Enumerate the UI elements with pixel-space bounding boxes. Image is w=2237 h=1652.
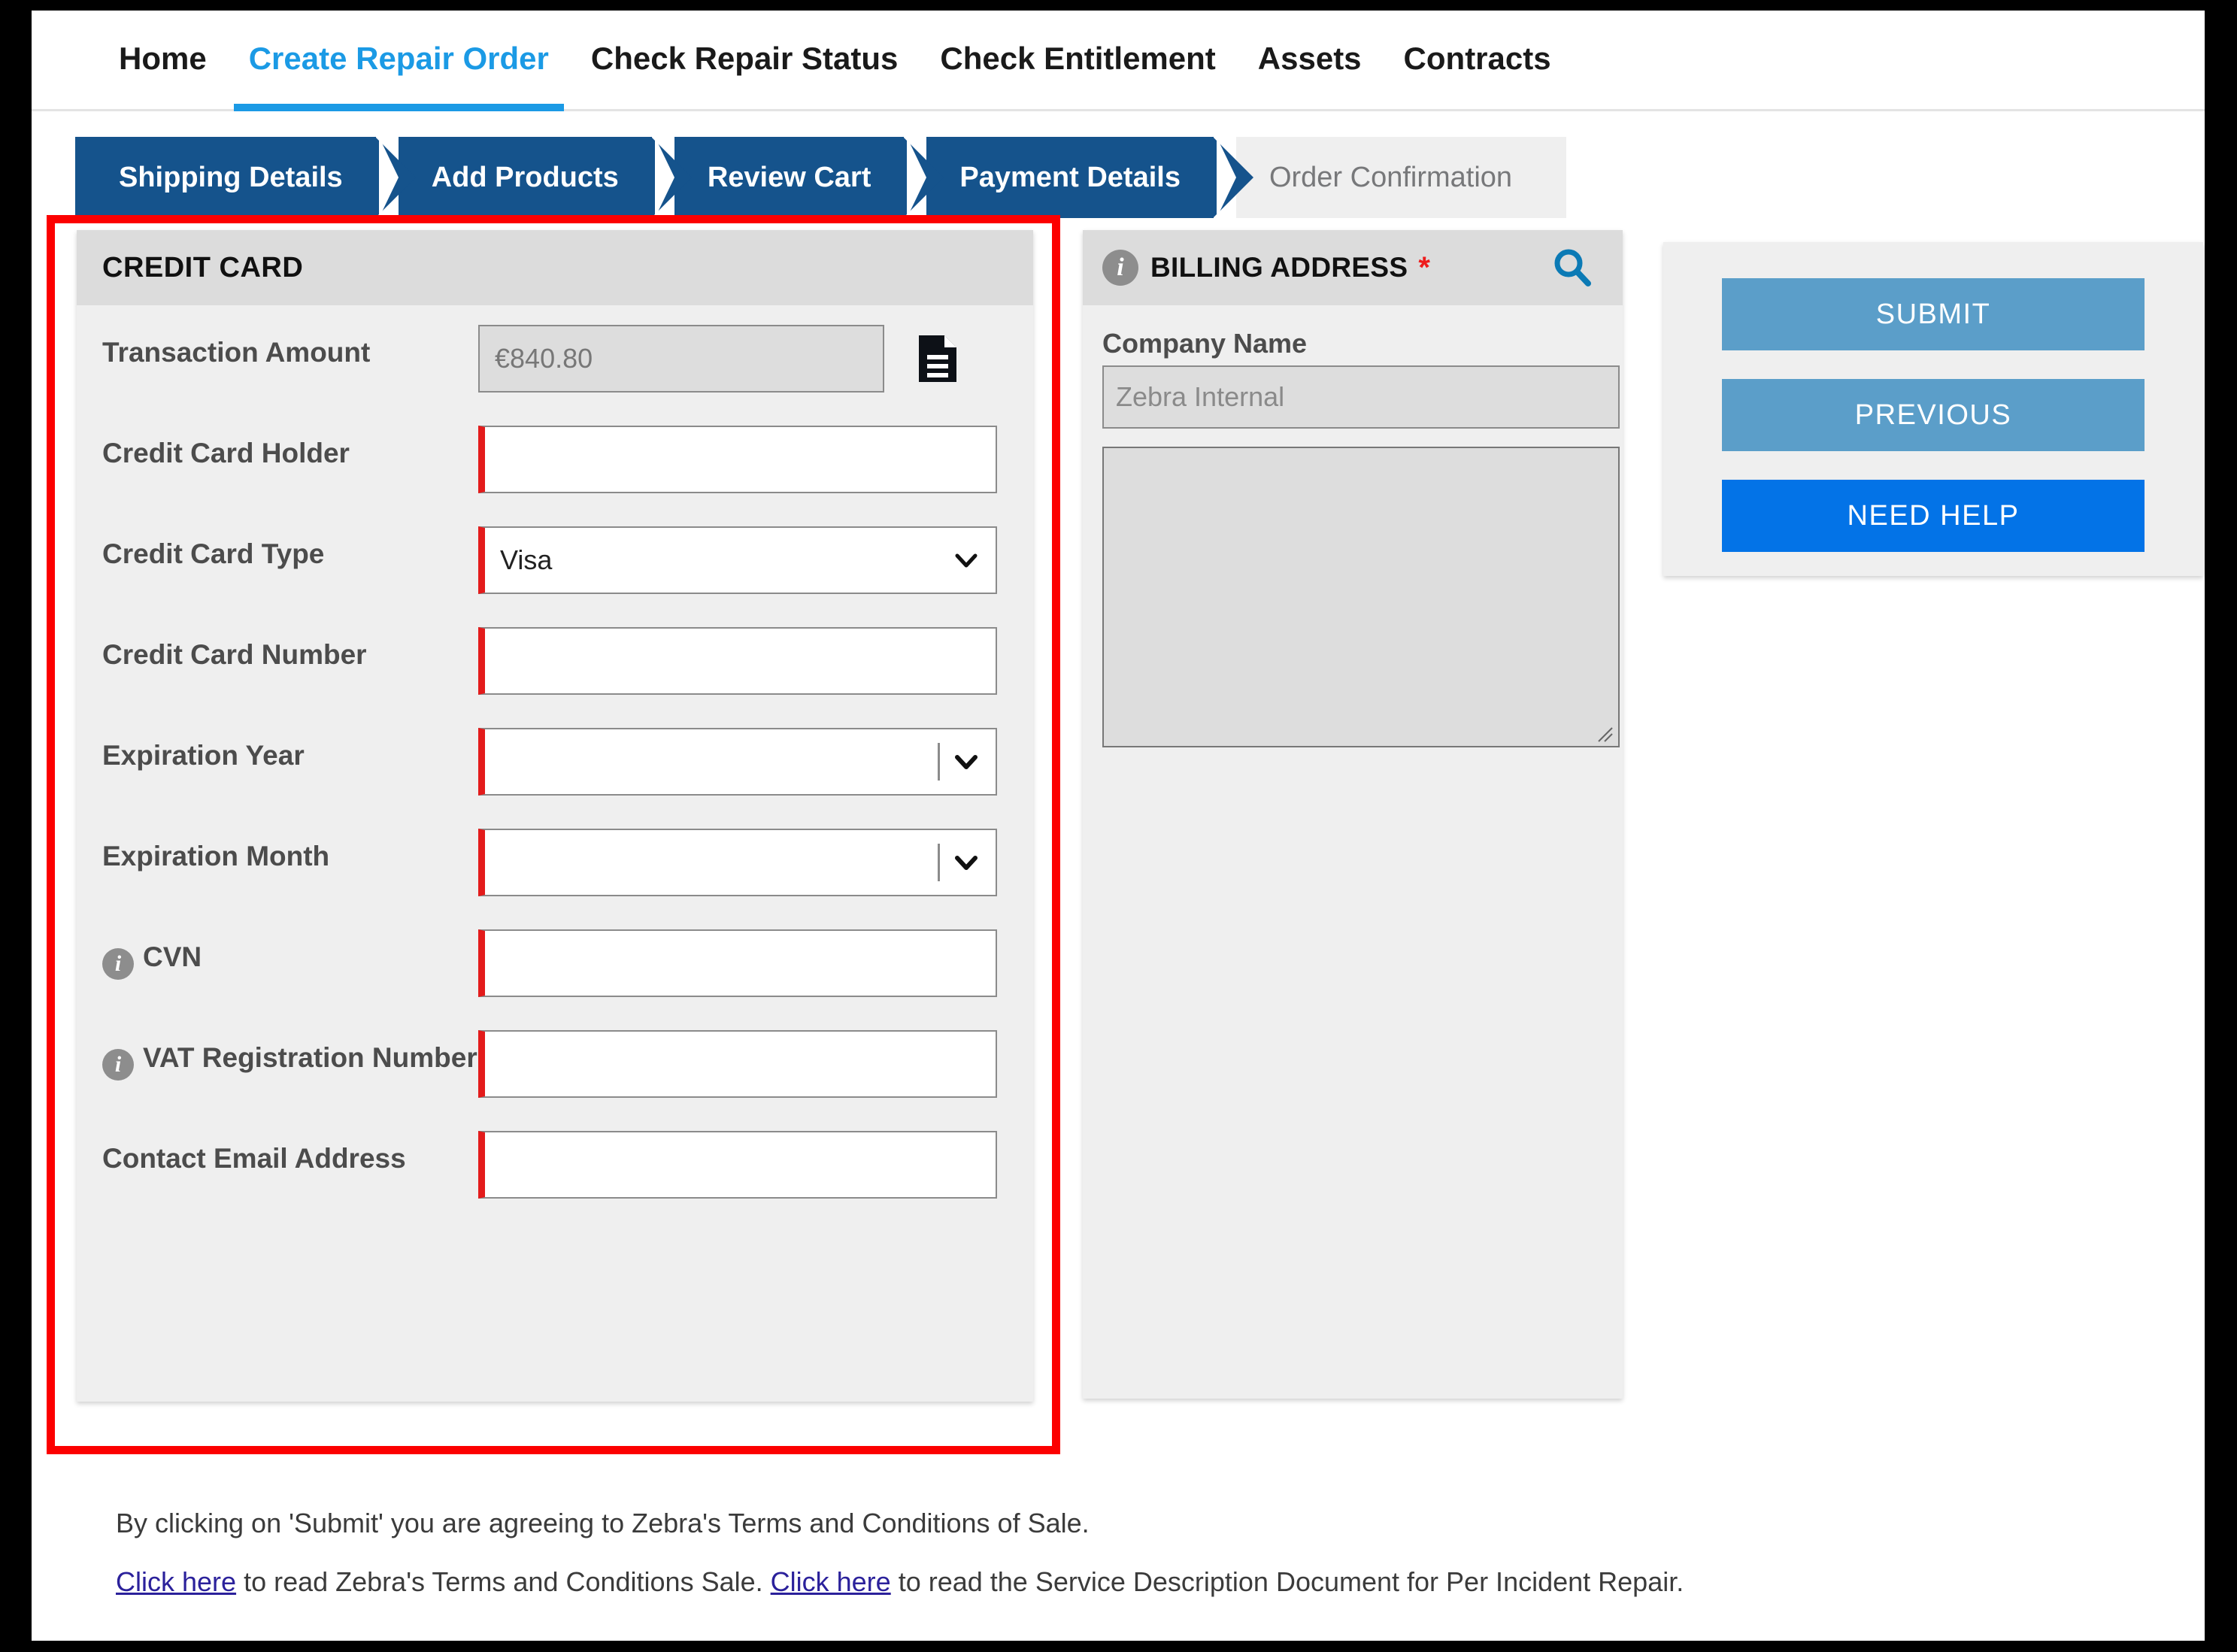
step-shipping-details[interactable]: Shipping Details	[75, 137, 416, 218]
search-icon[interactable]	[1552, 247, 1593, 288]
cvn-wrap	[478, 929, 997, 997]
billing-address-title: BILLING ADDRESS	[1150, 252, 1408, 283]
action-buttons-panel: SUBMIT PREVIOUS NEED HELP	[1663, 242, 2203, 576]
field-row-card-holder: Credit Card Holder	[102, 426, 1008, 495]
credit-card-form: Transaction Amount Credit	[77, 305, 1033, 1247]
label-credit-card-holder: Credit Card Holder	[102, 438, 350, 468]
resize-grip-icon[interactable]	[1594, 723, 1614, 743]
step-add-products[interactable]: Add Products	[378, 137, 692, 218]
transaction-amount-wrap	[478, 325, 958, 393]
contact-email-wrap	[478, 1131, 997, 1199]
contact-email-address-input[interactable]	[478, 1131, 997, 1199]
expiration-year-wrap	[478, 728, 997, 796]
label-cvn: i CVN	[102, 929, 478, 980]
checkout-step-breadcrumb: Shipping Details Add Products Review Car…	[75, 137, 1567, 218]
credit-card-panel-title: CREDIT CARD	[77, 230, 1033, 305]
credit-card-panel: CREDIT CARD Transaction Amount €840.80 C…	[77, 230, 1033, 1402]
step-order-confirmation: Order Confirmation	[1216, 137, 1567, 218]
label-company-name: Company Name	[1102, 328, 1308, 359]
field-row-transaction-amount: Transaction Amount	[102, 325, 1008, 394]
credit-card-holder-input[interactable]	[478, 426, 997, 493]
app-screen: Home Create Repair Order Check Repair St…	[32, 11, 2205, 1641]
cvn-input[interactable]	[478, 929, 997, 997]
label-transaction-amount: Transaction Amount	[102, 337, 371, 368]
card-type-wrap: Visa	[478, 526, 997, 594]
label-expiration-month: Expiration Month	[102, 841, 330, 871]
field-row-contact-email: Contact Email Address	[102, 1131, 1008, 1200]
top-navigation-bar: Home Create Repair Order Check Repair St…	[32, 11, 2205, 111]
label-vat-text: VAT Registration Number	[143, 1042, 477, 1073]
field-row-cvn: i CVN	[102, 929, 1008, 999]
step-payment-details[interactable]: Payment Details	[907, 137, 1253, 218]
credit-card-type-value: Visa	[500, 544, 553, 575]
info-icon[interactable]: i	[1102, 250, 1138, 286]
card-number-wrap	[478, 627, 997, 695]
field-row-expiration-month: Expiration Month	[102, 829, 1008, 898]
select-divider	[938, 743, 940, 781]
label-cvn-text: CVN	[143, 941, 202, 972]
info-icon[interactable]: i	[102, 1049, 134, 1081]
billing-address-textarea[interactable]	[1102, 447, 1620, 747]
need-help-button[interactable]: NEED HELP	[1722, 480, 2145, 552]
label-credit-card-number: Credit Card Number	[102, 639, 367, 670]
nav-item-create-repair-order[interactable]: Create Repair Order	[228, 11, 570, 111]
field-row-expiration-year: Expiration Year	[102, 728, 1008, 797]
company-name-input	[1102, 365, 1620, 429]
expiration-month-wrap	[478, 829, 997, 896]
nav-item-check-repair-status[interactable]: Check Repair Status	[570, 11, 919, 111]
footer-line-2: Click here to read Zebra's Terms and Con…	[116, 1564, 2071, 1600]
required-asterisk: *	[1418, 250, 1430, 284]
chevron-down-icon	[953, 547, 979, 573]
terms-link-2[interactable]: Click here	[771, 1566, 891, 1597]
chevron-down-icon	[953, 749, 979, 774]
chevron-down-icon	[953, 850, 979, 875]
footer-line-2-mid: to read Zebra's Terms and Conditions Sal…	[236, 1566, 771, 1597]
vat-wrap	[478, 1030, 997, 1098]
field-row-card-number: Credit Card Number	[102, 627, 1008, 696]
nav-item-contracts[interactable]: Contracts	[1383, 11, 1572, 111]
field-row-card-type: Credit Card Type Visa	[102, 526, 1008, 596]
nav-list: Home Create Repair Order Check Repair St…	[98, 11, 1572, 111]
nav-item-home[interactable]: Home	[98, 11, 228, 111]
footer-line-1: By clicking on 'Submit' you are agreeing…	[116, 1508, 1090, 1538]
credit-card-number-input[interactable]	[478, 627, 997, 695]
billing-address-form: Company Name	[1083, 305, 1623, 761]
label-vat-registration-number: i VAT Registration Number	[102, 1030, 478, 1081]
expiration-year-select[interactable]	[478, 728, 997, 796]
submit-button[interactable]: SUBMIT	[1722, 278, 2145, 350]
transaction-amount-input	[478, 325, 884, 393]
document-icon[interactable]	[917, 334, 958, 383]
previous-button[interactable]: PREVIOUS	[1722, 379, 2145, 451]
label-credit-card-type: Credit Card Type	[102, 538, 325, 569]
select-divider	[938, 844, 940, 881]
vat-registration-number-input[interactable]	[478, 1030, 997, 1098]
label-expiration-year: Expiration Year	[102, 740, 305, 771]
terms-link-1[interactable]: Click here	[116, 1566, 236, 1597]
billing-address-panel: i BILLING ADDRESS * Company Name	[1083, 230, 1623, 1399]
nav-item-check-entitlement[interactable]: Check Entitlement	[919, 11, 1236, 111]
info-icon[interactable]: i	[102, 948, 134, 980]
card-holder-wrap	[478, 426, 997, 493]
footer-line-2-end: to read the Service Description Document…	[890, 1566, 1684, 1597]
billing-address-panel-header: i BILLING ADDRESS *	[1083, 230, 1623, 305]
nav-item-assets[interactable]: Assets	[1237, 11, 1383, 111]
label-contact-email-address: Contact Email Address	[102, 1143, 406, 1174]
field-row-vat: i VAT Registration Number	[102, 1030, 1008, 1099]
step-review-cart[interactable]: Review Cart	[654, 137, 944, 218]
credit-card-type-select[interactable]: Visa	[478, 526, 997, 594]
footer-terms: By clicking on 'Submit' you are agreeing…	[116, 1505, 2071, 1623]
expiration-month-select[interactable]	[478, 829, 997, 896]
